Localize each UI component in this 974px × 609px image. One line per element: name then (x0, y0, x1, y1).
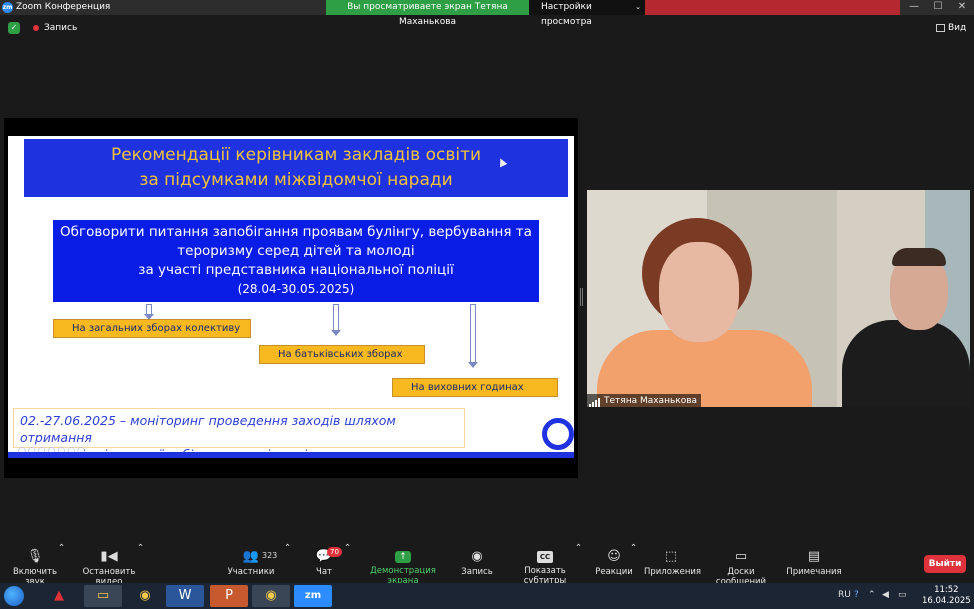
participant-figure (842, 320, 970, 407)
leave-button[interactable]: Выйти (924, 555, 966, 573)
participants-label: Участники (227, 567, 275, 577)
slide-title: Рекомендації керівникам закладів освіти … (24, 139, 568, 197)
view-settings-label: Настройки просмотра (541, 2, 592, 27)
chrome-taskbar-icon[interactable]: ◉ (126, 585, 164, 607)
close-button[interactable]: ✕ (950, 0, 974, 15)
chat-chevron-icon[interactable]: ⌃ (344, 543, 351, 583)
box-parents-meeting: На батьківських зборах (259, 345, 425, 364)
participants-count: 323 (262, 551, 278, 560)
taskbar-clock[interactable]: 11:52 16.04.2025 (922, 585, 971, 607)
participants-chevron-icon[interactable]: ⌃ (284, 543, 291, 583)
participant-video[interactable]: Тетяна Маханькова (587, 190, 970, 407)
clock-time: 11:52 (934, 585, 959, 595)
arrow-head-icon (468, 362, 478, 368)
view-settings-menu[interactable]: Настройки просмотра ⌄ (529, 0, 645, 27)
notes-label: Примечания (786, 567, 842, 577)
minimize-button[interactable]: — (902, 0, 926, 15)
security-shield-icon[interactable]: ✓ (8, 22, 20, 34)
share-banner: Вы просматриваете экран Тетяна Маханьков… (326, 0, 529, 27)
acrobat-taskbar-icon[interactable]: ▲ (40, 585, 78, 607)
monitoring-note: 02.-27.06.2025 – моніторинг проведення з… (13, 408, 465, 458)
split-drag-handle[interactable] (580, 288, 583, 306)
word-taskbar-icon[interactable]: W (166, 585, 204, 607)
file-explorer-taskbar-icon[interactable]: ▭ (84, 585, 122, 607)
smiley-icon: ☺ (607, 549, 621, 564)
unmute-button[interactable]: 🎙 Включить звук (4, 543, 66, 588)
zoom-taskbar-icon[interactable]: zm (294, 585, 332, 607)
presentation-slide: Рекомендації керівникам закладів освіти … (8, 136, 574, 458)
reactions-button[interactable]: ☺ Реакции (594, 543, 634, 583)
slide-bottom-bar (8, 452, 574, 458)
window-title: Zoom Конференция (16, 2, 111, 12)
monitor-line1: 02.-27.06.2025 – моніторинг проведення з… (20, 413, 396, 445)
main-line3: за участі представника національної полі… (138, 262, 454, 278)
share-screen-icon: ↑ (395, 551, 411, 563)
closed-captions-icon: CC (537, 551, 553, 563)
title-bar-red-strip (645, 0, 900, 15)
captions-chevron-icon[interactable]: ⌃ (575, 543, 582, 583)
chevron-down-icon: ⌄ (635, 3, 641, 11)
participant-figure (659, 242, 739, 342)
language-indicator[interactable]: RU (838, 590, 851, 600)
main-date: (28.04-30.05.2025) (237, 282, 355, 296)
apps-label: Приложения (644, 567, 702, 577)
grid-icon (936, 23, 945, 32)
arrow-down-icon (146, 304, 152, 314)
apps-button[interactable]: ⬚ Приложения (644, 543, 702, 583)
share-screen-button[interactable]: ↑ Демонстрация экрана (358, 543, 448, 586)
main-recommendation-box: Обговорити питання запобігання проявам б… (53, 220, 539, 302)
apps-icon: ⬚ (664, 549, 678, 564)
show-captions-button[interactable]: CC Показать субтитры (506, 543, 584, 586)
network-icon[interactable]: ▭ (898, 590, 907, 600)
powerpoint-taskbar-icon[interactable]: P (210, 585, 248, 607)
notes-icon: ▤ (807, 549, 821, 564)
recording-dot-icon (33, 25, 39, 31)
windows-start-icon[interactable] (4, 586, 24, 606)
view-button[interactable]: Вид (936, 23, 966, 33)
record-button[interactable]: ◉ Запись (458, 543, 496, 583)
help-icon[interactable]: ? (854, 590, 859, 600)
participant-figure (892, 248, 946, 266)
clock-date: 16.04.2025 (922, 596, 971, 606)
participants-button[interactable]: 👥 Участники (226, 543, 276, 583)
participant-name: Тетяна Маханькова (604, 396, 698, 406)
notes-button[interactable]: ▤ Примечания (786, 543, 842, 583)
meeting-toolbar: 🎙 Включить звук ⌃ ▮◀ Остановить видео ⌃ … (0, 543, 974, 588)
slide-title-line1: Рекомендації керівникам закладів освіти (110, 145, 482, 165)
whiteboard-icon: ▭ (734, 549, 748, 564)
chrome-window-taskbar-icon[interactable]: ◉ (252, 585, 290, 607)
zoom-window: zm Zoom Конференция Вы просматриваете эк… (0, 0, 974, 609)
main-line2: тероризму серед дітей та молоді (177, 243, 415, 259)
arrow-down-icon (333, 304, 339, 330)
audio-options-chevron-icon[interactable]: ⌃ (58, 543, 65, 583)
view-label: Вид (948, 23, 967, 33)
decorative-ring-icon (542, 418, 574, 450)
record-label: Запись (461, 567, 493, 577)
slide-title-line2: за підсумками міжвідомчої наради (139, 170, 453, 190)
shared-screen: Рекомендації керівникам закладів освіти … (4, 118, 578, 478)
volume-icon[interactable]: ◀ (882, 590, 889, 600)
box-general-meeting: На загальних зборах колективу (53, 319, 251, 338)
maximize-button[interactable]: ☐ (926, 0, 950, 15)
box-class-hours: На виховних годинах (392, 378, 558, 397)
record-icon: ◉ (471, 549, 483, 564)
microphone-muted-icon: 🎙 (26, 549, 44, 564)
reactions-label: Реакции (595, 567, 633, 577)
reactions-chevron-icon[interactable]: ⌃ (630, 543, 637, 583)
chat-unread-badge: 70 (327, 547, 342, 557)
arrow-down-icon (470, 304, 476, 362)
tray-chevron-icon[interactable]: ⌃ (868, 590, 876, 600)
recording-label: Запись (44, 23, 78, 33)
video-camera-icon: ▮◀ (100, 549, 118, 564)
whiteboards-button[interactable]: ▭ Доски сообщений (704, 543, 778, 588)
zoom-logo-icon: zm (2, 2, 13, 13)
chat-label: Чат (316, 567, 332, 577)
windows-taskbar: ▲ ▭ ◉ W P ◉ zm RU ? ⌃ ◀ ▭ 11:52 16.04.20… (0, 583, 974, 609)
participant-name-tag: Тетяна Маханькова (587, 394, 702, 407)
signal-bars-icon (589, 394, 601, 407)
arrow-head-icon (331, 330, 341, 336)
main-line1: Обговорити питання запобігання проявам б… (60, 224, 532, 240)
video-options-chevron-icon[interactable]: ⌃ (137, 543, 144, 583)
stop-video-button[interactable]: ▮◀ Остановить видео (72, 543, 146, 588)
